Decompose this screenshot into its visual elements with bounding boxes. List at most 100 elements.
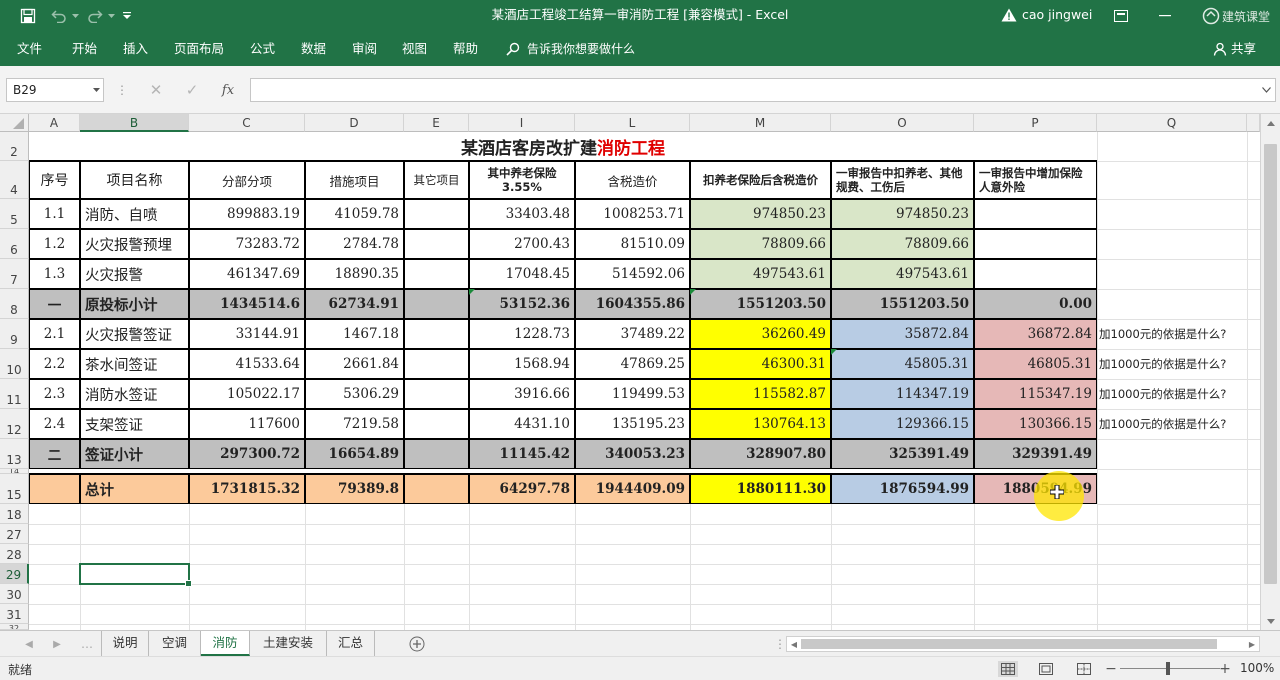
column-header-c[interactable]: C (189, 114, 305, 132)
redo-dropdown-icon[interactable] (106, 7, 116, 25)
cell-pension[interactable]: 1228.73 (469, 319, 575, 349)
cell-first-review[interactable]: 325391.49 (831, 439, 974, 469)
note-text[interactable]: 加1000元的依据是什么? (1099, 416, 1226, 432)
column-header-b[interactable]: B (80, 114, 189, 132)
add-sheet-icon[interactable] (408, 635, 426, 653)
undo-icon[interactable] (50, 7, 68, 25)
cell-deducted-price[interactable]: 328907.80 (690, 439, 831, 469)
tab-scroll-left-icon[interactable]: ◀ (22, 637, 36, 651)
cell-name[interactable]: 火灾报警 (80, 259, 189, 289)
cell-measure[interactable]: 2784.78 (305, 229, 404, 259)
menu-file[interactable]: 文件 (17, 32, 42, 66)
menu-page-layout[interactable]: 页面布局 (174, 32, 224, 66)
row-header[interactable]: 31 (0, 604, 29, 624)
horizontal-scrollbar[interactable]: ◀ ▶ (786, 636, 1260, 652)
header-cell[interactable]: 其中养老保险3.55% (469, 161, 575, 199)
zoom-in-icon[interactable]: + (1218, 661, 1232, 677)
cell-deducted-price[interactable]: 974850.23 (690, 199, 831, 229)
cell-subitem[interactable]: 41533.64 (189, 349, 305, 379)
hscroll-right-icon[interactable]: ▶ (1247, 639, 1257, 649)
cell-subitem[interactable]: 297300.72 (189, 439, 305, 469)
row-header[interactable]: 9 (0, 319, 29, 349)
row-header[interactable]: 30 (0, 584, 29, 604)
cell-pension[interactable]: 11145.42 (469, 439, 575, 469)
sheet-tab[interactable]: 空调 (149, 631, 201, 656)
row-header[interactable]: 12 (0, 409, 29, 439)
vertical-scroll-thumb[interactable] (1264, 144, 1277, 584)
total-cell-seq[interactable] (29, 474, 80, 504)
cell-tax-price[interactable]: 47869.25 (575, 349, 690, 379)
cell-first-review[interactable]: 1551203.50 (831, 289, 974, 319)
cell-measure[interactable]: 41059.78 (305, 199, 404, 229)
horizontal-scroll-thumb[interactable] (801, 639, 1217, 649)
worksheet-grid[interactable]: A B C D E I L M O P Q 2 4 5 6 7 8 9 10 1… (0, 114, 1260, 630)
total-cell-name[interactable]: 总计 (80, 474, 189, 504)
cell-name[interactable]: 签证小计 (80, 439, 189, 469)
cell-pension[interactable]: 2700.43 (469, 229, 575, 259)
cell-pension[interactable]: 1568.94 (469, 349, 575, 379)
cell-subitem[interactable]: 461347.69 (189, 259, 305, 289)
save-icon[interactable] (18, 7, 38, 25)
cell-name[interactable]: 消防水签证 (80, 379, 189, 409)
cell-name[interactable]: 支架签证 (80, 409, 189, 439)
cell-subitem[interactable]: 33144.91 (189, 319, 305, 349)
tab-more-icon[interactable]: … (80, 637, 94, 651)
header-cell[interactable]: 其它项目 (404, 161, 469, 199)
cell-pension[interactable]: 33403.48 (469, 199, 575, 229)
cell-first-review[interactable]: 35872.84 (831, 319, 974, 349)
error-indicator-icon[interactable] (831, 349, 837, 355)
header-cell[interactable]: 一审报告中扣养老、其他规费、工伤后 (831, 161, 974, 199)
total-cell-pension[interactable]: 64297.78 (469, 474, 575, 504)
row-header[interactable]: 4 (0, 161, 29, 199)
undo-dropdown-icon[interactable] (70, 7, 80, 25)
cell-insurance[interactable]: 46805.31 (974, 349, 1097, 379)
header-cell[interactable]: 含税造价 (575, 161, 690, 199)
cell-measure[interactable]: 62734.91 (305, 289, 404, 319)
user-name[interactable]: cao jingwei (1022, 0, 1092, 30)
hscroll-left-icon[interactable]: ◀ (789, 639, 799, 649)
tab-scroll-right-icon[interactable]: ▶ (50, 637, 64, 651)
formula-input[interactable] (250, 78, 1276, 102)
cell-other[interactable] (404, 349, 469, 379)
cell-first-review[interactable]: 114347.19 (831, 379, 974, 409)
cell-insurance[interactable]: 329391.49 (974, 439, 1097, 469)
menu-view[interactable]: 视图 (402, 32, 427, 66)
scroll-down-icon[interactable] (1265, 616, 1277, 626)
error-indicator-icon[interactable] (469, 289, 475, 295)
column-header-q[interactable]: Q (1097, 114, 1247, 132)
enter-icon[interactable]: ✓ (182, 80, 202, 100)
cell-deducted-price[interactable]: 115582.87 (690, 379, 831, 409)
total-cell-measure[interactable]: 79389.8 (305, 474, 404, 504)
sheet-tab[interactable]: 土建安装 (250, 631, 327, 656)
cell-insurance[interactable]: 36872.84 (974, 319, 1097, 349)
cell-other[interactable] (404, 199, 469, 229)
cell-deducted-price[interactable]: 78809.66 (690, 229, 831, 259)
cell-pension[interactable]: 17048.45 (469, 259, 575, 289)
cell-seq[interactable]: 2.1 (29, 319, 80, 349)
cell-pension[interactable]: 3916.66 (469, 379, 575, 409)
cell-measure[interactable]: 1467.18 (305, 319, 404, 349)
row-header[interactable]: 13 (0, 439, 29, 469)
cell-insurance[interactable]: 115347.19 (974, 379, 1097, 409)
cell-other[interactable] (404, 439, 469, 469)
cell-measure[interactable]: 2661.84 (305, 349, 404, 379)
header-cell[interactable]: 分部分项 (189, 161, 305, 199)
cell-subitem[interactable]: 1434514.6 (189, 289, 305, 319)
menu-review[interactable]: 审阅 (352, 32, 377, 66)
zoom-slider-track[interactable] (1120, 668, 1220, 669)
cell-subitem[interactable]: 105022.17 (189, 379, 305, 409)
column-header-a[interactable]: A (29, 114, 80, 132)
menu-insert[interactable]: 插入 (123, 32, 148, 66)
menu-help[interactable]: 帮助 (453, 32, 478, 66)
cell-seq[interactable]: 1.1 (29, 199, 80, 229)
row-header[interactable]: 18 (0, 504, 29, 524)
column-header-o[interactable]: O (831, 114, 974, 132)
cell-other[interactable] (404, 289, 469, 319)
cell-name[interactable]: 茶水间签证 (80, 349, 189, 379)
redo-icon[interactable] (86, 7, 104, 25)
row-header[interactable]: 7 (0, 259, 29, 289)
cell-name[interactable]: 火灾报警签证 (80, 319, 189, 349)
note-text[interactable]: 加1000元的依据是什么? (1099, 356, 1226, 372)
cell-pension[interactable]: 53152.36 (469, 289, 575, 319)
select-all-corner[interactable] (0, 114, 29, 132)
